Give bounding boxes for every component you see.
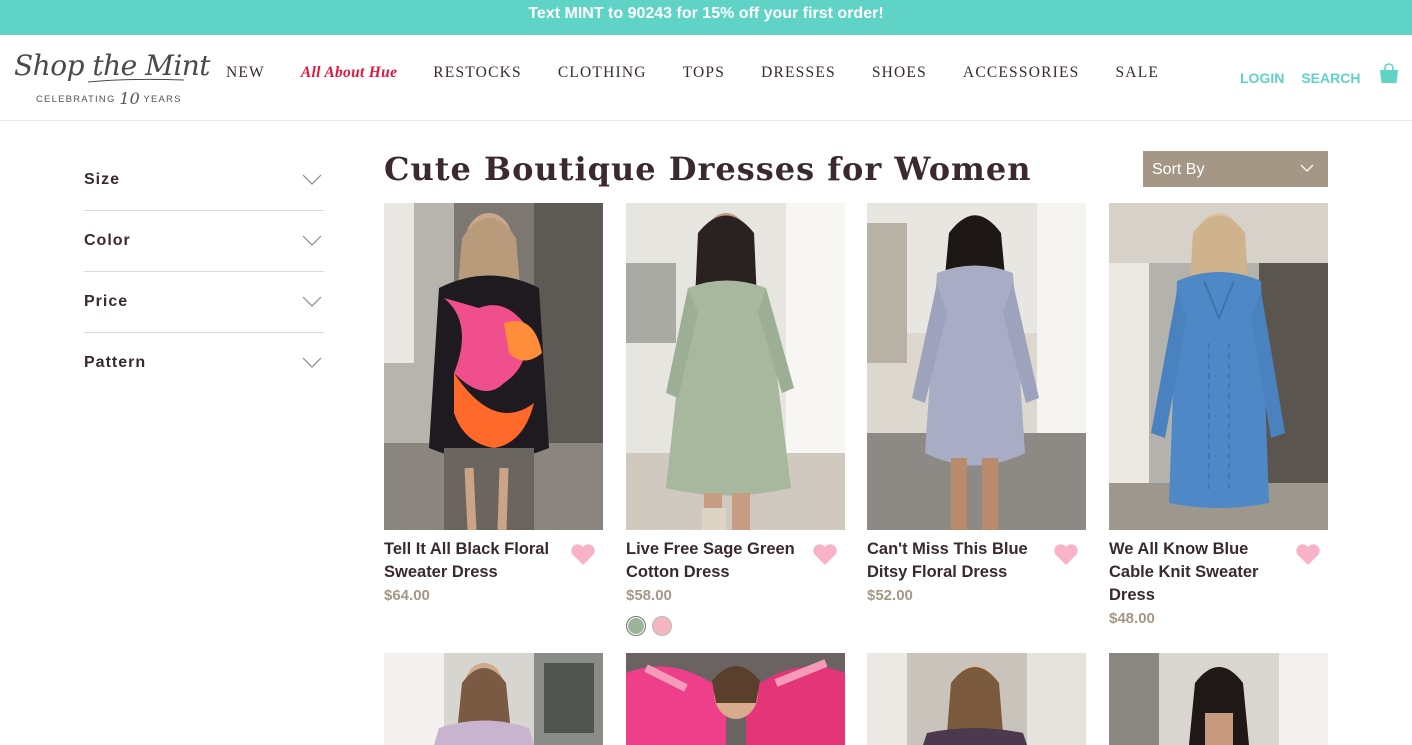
product-image[interactable] bbox=[1109, 653, 1328, 745]
nav-item-new[interactable]: NEW bbox=[226, 64, 265, 82]
color-swatches bbox=[626, 616, 672, 636]
utility-nav: LOGIN SEARCH bbox=[1240, 63, 1398, 86]
main-nav: NEW All About Hue RESTOCKS CLOTHING TOPS… bbox=[226, 64, 1195, 82]
product-image[interactable] bbox=[867, 203, 1086, 530]
filter-sidebar: Size Color Price Pattern bbox=[84, 150, 324, 394]
nav-item-accessories[interactable]: ACCESSORIES bbox=[963, 64, 1080, 82]
heart-icon[interactable] bbox=[1053, 543, 1079, 567]
nav-item-restocks[interactable]: RESTOCKS bbox=[433, 64, 522, 82]
swatch-sage[interactable] bbox=[626, 616, 646, 636]
product-image[interactable] bbox=[1109, 203, 1328, 530]
nav-item-tops[interactable]: TOPS bbox=[683, 64, 725, 82]
product-image[interactable] bbox=[626, 653, 845, 745]
product-image[interactable] bbox=[626, 203, 845, 530]
chevron-down-icon bbox=[302, 174, 322, 185]
sort-dropdown[interactable]: Sort By bbox=[1143, 151, 1328, 187]
shopping-bag-icon[interactable] bbox=[1378, 63, 1400, 85]
product-name[interactable]: Tell It All Black Floral Sweater Dress bbox=[384, 538, 559, 584]
logo-tagline-number: 10 bbox=[119, 89, 140, 108]
nav-item-sale[interactable]: SALE bbox=[1115, 64, 1159, 82]
filter-size[interactable]: Size bbox=[84, 150, 324, 211]
nav-item-shoes[interactable]: SHOES bbox=[872, 64, 927, 82]
nav-item-clothing[interactable]: CLOTHING bbox=[558, 64, 647, 82]
product-image[interactable] bbox=[867, 653, 1086, 745]
nav-item-all-about-hue[interactable]: All About Hue bbox=[301, 64, 397, 82]
page-title: Cute Boutique Dresses for Women bbox=[384, 150, 1032, 188]
filter-pattern[interactable]: Pattern bbox=[84, 333, 324, 394]
product-name[interactable]: Can't Miss This Blue Ditsy Floral Dress bbox=[867, 538, 1042, 584]
logo-tagline-suffix: YEARS bbox=[143, 94, 182, 105]
filter-price-label: Price bbox=[84, 293, 129, 310]
product-name[interactable]: Live Free Sage Green Cotton Dress bbox=[626, 538, 801, 584]
logo-underline bbox=[87, 78, 185, 83]
logo-tagline: CELEBRATING 10 YEARS bbox=[36, 89, 182, 108]
search-link[interactable]: SEARCH bbox=[1301, 70, 1360, 86]
chevron-down-icon bbox=[302, 235, 322, 246]
heart-icon[interactable] bbox=[1295, 543, 1321, 567]
chevron-down-icon bbox=[302, 357, 322, 368]
login-link[interactable]: LOGIN bbox=[1240, 70, 1284, 86]
filter-size-label: Size bbox=[84, 171, 121, 188]
heart-icon[interactable] bbox=[812, 543, 838, 567]
product-price: $48.00 bbox=[1109, 610, 1155, 627]
logo-tagline-prefix: CELEBRATING bbox=[36, 94, 116, 105]
product-image[interactable] bbox=[384, 653, 603, 745]
chevron-down-icon bbox=[302, 296, 322, 307]
heart-icon[interactable] bbox=[570, 543, 596, 567]
filter-color-label: Color bbox=[84, 232, 131, 249]
filter-price[interactable]: Price bbox=[84, 272, 324, 333]
product-price: $64.00 bbox=[384, 587, 430, 604]
site-logo[interactable]: Shop the Mint CELEBRATING 10 YEARS bbox=[14, 49, 211, 108]
promo-text: Text MINT to 90243 for 15% off your firs… bbox=[528, 5, 884, 22]
product-price: $58.00 bbox=[626, 587, 672, 604]
product-price: $52.00 bbox=[867, 587, 913, 604]
filter-color[interactable]: Color bbox=[84, 211, 324, 272]
swatch-pink[interactable] bbox=[652, 616, 672, 636]
nav-item-dresses[interactable]: DRESSES bbox=[761, 64, 836, 82]
product-name[interactable]: We All Know Blue Cable Knit Sweater Dres… bbox=[1109, 538, 1284, 607]
sort-label: Sort By bbox=[1152, 161, 1205, 178]
site-header: Shop the Mint CELEBRATING 10 YEARS NEW A… bbox=[0, 35, 1412, 121]
promo-banner[interactable]: Text MINT to 90243 for 15% off your firs… bbox=[0, 0, 1412, 35]
filter-pattern-label: Pattern bbox=[84, 354, 147, 371]
product-image[interactable] bbox=[384, 203, 603, 530]
chevron-down-icon bbox=[1300, 164, 1314, 172]
